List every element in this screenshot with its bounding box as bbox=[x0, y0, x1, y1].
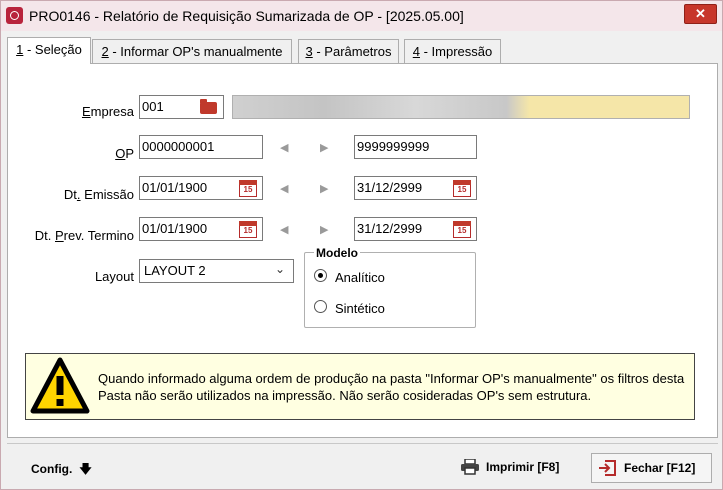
layout-select[interactable]: LAYOUT 2 ⌄ bbox=[139, 259, 294, 283]
warning-icon bbox=[30, 357, 90, 414]
close-window-button[interactable]: ✕ bbox=[684, 4, 717, 24]
modelo-group bbox=[304, 252, 476, 328]
radio-sintetico-label: Sintético bbox=[335, 301, 385, 316]
close-label: Fechar [F12] bbox=[624, 461, 696, 475]
tab-label: - Seleção bbox=[23, 42, 82, 57]
tab-selecao[interactable]: 1 - Seleção bbox=[7, 37, 91, 64]
tab-label: - Impressão bbox=[419, 44, 493, 59]
config-button[interactable]: Config. 🡇 bbox=[31, 460, 92, 481]
dt-prev-termino-label: Dt. Prev. Termino bbox=[34, 228, 134, 243]
close-icon: ✕ bbox=[695, 6, 706, 21]
arrow-down-icon: 🡇 bbox=[79, 462, 92, 476]
tab-parametros[interactable]: 3 - Parâmetros bbox=[298, 39, 399, 63]
print-label: Imprimir [F8] bbox=[486, 460, 560, 474]
radio-analitico[interactable] bbox=[314, 269, 327, 282]
dt-prev-to-value: 31/12/2999 bbox=[357, 221, 423, 236]
tab-key: 3 bbox=[305, 44, 313, 59]
arrow-right-icon: ▶ bbox=[320, 142, 329, 154]
dt-emissao-label: Dt. Emissão bbox=[63, 187, 134, 202]
arrow-left-icon: ◀ bbox=[280, 142, 289, 154]
arrow-right-icon: ▶ bbox=[320, 224, 329, 236]
empresa-name-field bbox=[232, 95, 690, 119]
close-button[interactable]: Fechar [F12] bbox=[591, 453, 712, 483]
printer-icon bbox=[461, 459, 479, 475]
tab-label: - Parâmetros bbox=[312, 44, 392, 59]
arrow-right-icon: ▶ bbox=[320, 183, 329, 195]
warning-box: Quando informado alguma ordem de produçã… bbox=[25, 353, 695, 420]
op-to-value: 9999999999 bbox=[357, 139, 430, 154]
layout-label: Layout bbox=[94, 269, 134, 284]
calendar-icon[interactable]: 15 bbox=[453, 221, 471, 238]
arrow-left-icon: ◀ bbox=[280, 224, 289, 236]
chevron-down-icon: ⌄ bbox=[274, 262, 285, 276]
dt-emissao-to-value: 31/12/2999 bbox=[357, 180, 423, 195]
tab-label: - Informar OP's manualmente bbox=[108, 44, 283, 59]
calendar-icon[interactable]: 15 bbox=[453, 180, 471, 197]
calendar-icon[interactable]: 15 bbox=[239, 221, 257, 238]
empresa-value: 001 bbox=[142, 99, 164, 114]
tab-informar-ops[interactable]: 2 - Informar OP's manualmente bbox=[92, 39, 292, 63]
folder-icon[interactable] bbox=[200, 99, 217, 114]
tab-impressao[interactable]: 4 - Impressão bbox=[404, 39, 501, 63]
window-title: PRO0146 - Relatório de Requisição Sumari… bbox=[29, 8, 464, 24]
radio-sintetico[interactable] bbox=[314, 300, 327, 313]
op-label: OP bbox=[115, 146, 134, 161]
dt-prev-from-value: 01/01/1900 bbox=[142, 221, 208, 236]
arrow-left-icon: ◀ bbox=[280, 183, 289, 195]
empresa-label: Empresa bbox=[81, 104, 134, 119]
dt-emissao-from-value: 01/01/1900 bbox=[142, 180, 208, 195]
print-button[interactable]: Imprimir [F8] bbox=[456, 454, 582, 482]
footer-divider bbox=[7, 443, 718, 444]
op-from-value: 0000000001 bbox=[142, 139, 215, 154]
tab-key: 4 bbox=[412, 44, 420, 59]
op-from-field[interactable]: 0000000001 bbox=[139, 135, 263, 159]
app-icon bbox=[6, 7, 23, 24]
report-window: PRO0146 - Relatório de Requisição Sumari… bbox=[0, 0, 723, 490]
config-label: Config. bbox=[31, 462, 73, 476]
title-bar: PRO0146 - Relatório de Requisição Sumari… bbox=[1, 1, 722, 31]
tab-key: 2 bbox=[101, 44, 109, 59]
op-to-field[interactable]: 9999999999 bbox=[354, 135, 477, 159]
modelo-group-title: Modelo bbox=[314, 246, 360, 260]
calendar-icon[interactable]: 15 bbox=[239, 180, 257, 197]
warning-text: Quando informado alguma ordem de produçã… bbox=[98, 371, 685, 403]
layout-value: LAYOUT 2 bbox=[144, 263, 206, 278]
radio-analitico-label: Analítico bbox=[335, 270, 385, 285]
exit-icon bbox=[599, 460, 616, 476]
